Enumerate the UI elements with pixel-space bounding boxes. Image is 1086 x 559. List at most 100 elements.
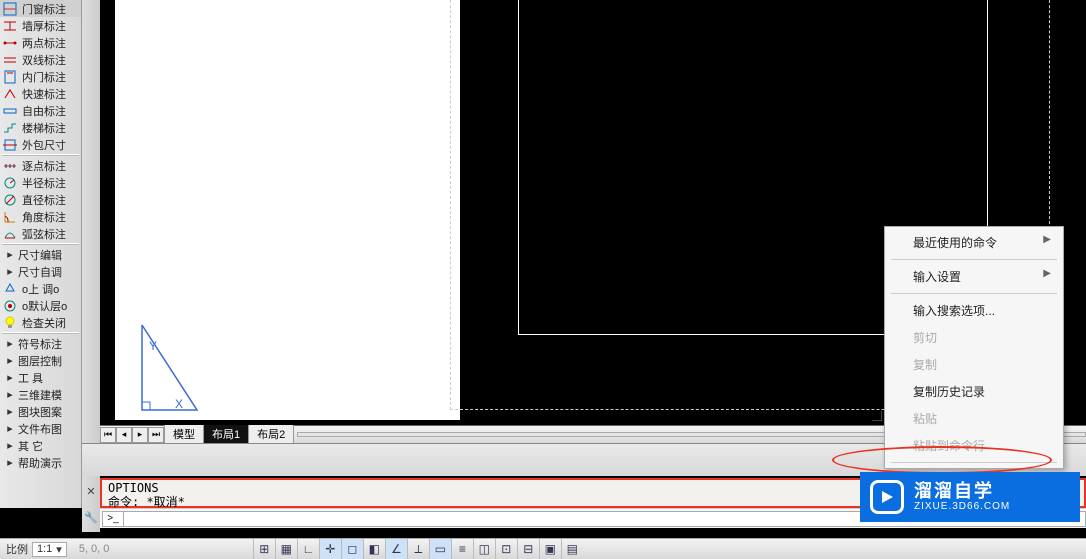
am-icon[interactable]: ▤ (561, 539, 583, 559)
tool-layer-ctrl[interactable]: ▸图层控制 (0, 352, 81, 369)
tool-check-close[interactable]: 检查关闭 (0, 314, 81, 331)
tool-default-layer[interactable]: o默认层o (0, 297, 81, 314)
tool-fast-dim[interactable]: 快速标注 (0, 85, 81, 102)
tool-label: 两点标注 (22, 35, 81, 51)
default-layer-icon (2, 298, 18, 314)
cm-cut: 剪切 (885, 324, 1063, 351)
toolbar-separator (2, 154, 79, 156)
triangle-right-icon: ▸ (2, 456, 18, 469)
command-prompt-icon[interactable]: >_ (102, 511, 124, 527)
watermark-title: 溜溜自学 (914, 482, 1010, 502)
tool-inner-door[interactable]: 内门标注 (0, 68, 81, 85)
context-menu: 最近使用的命令 ▶ 输入设置 ▶ 输入搜索选项... 剪切 复制 复制历史记录 … (884, 226, 1064, 469)
tool-label: 墙厚标注 (22, 18, 81, 34)
tool-file-layout[interactable]: ▸文件布图 (0, 420, 81, 437)
coordinates: 5, 0, 0 (73, 543, 163, 555)
tool-help-demo[interactable]: ▸帮助演示 (0, 454, 81, 471)
lineweight-icon[interactable]: ≡ (451, 539, 473, 559)
cm-label: 复制历史记录 (913, 383, 985, 400)
chevron-down-icon: ▾ (56, 543, 62, 556)
qp-icon[interactable]: ⊡ (495, 539, 517, 559)
tool-label: 外包尺寸 (22, 137, 81, 153)
3dosnap-icon[interactable]: ◧ (363, 539, 385, 559)
tool-symbol-dim[interactable]: ▸符号标注 (0, 335, 81, 352)
tool-outer-size[interactable]: 外包尺寸 (0, 136, 81, 153)
tool-label: 图层控制 (18, 353, 81, 369)
tool-label: 楼梯标注 (22, 120, 81, 136)
triangle-right-icon: ▸ (2, 405, 18, 418)
triangle-right-icon: ▸ (2, 439, 18, 452)
ortho-icon[interactable]: ∟ (297, 539, 319, 559)
tool-size-auto[interactable]: ▸尺寸自调 (0, 263, 81, 280)
scale-dropdown[interactable]: 1:1 ▾ (32, 542, 67, 557)
cm-recent-commands[interactable]: 最近使用的命令 ▶ (885, 229, 1063, 256)
tool-double-line[interactable]: 双线标注 (0, 51, 81, 68)
close-icon[interactable]: ✕ (82, 478, 100, 504)
palette-drag-strip[interactable] (82, 0, 100, 478)
dyn-icon[interactable]: ▭ (429, 539, 451, 559)
point-by-point-icon (2, 158, 18, 174)
tool-tools[interactable]: ▸工 具 (0, 369, 81, 386)
tool-point-by-point[interactable]: 逐点标注 (0, 157, 81, 174)
arc-chord-icon (2, 226, 18, 242)
annotation-oval (832, 446, 1052, 474)
bulb-icon (2, 315, 18, 331)
status-scale[interactable]: 比例 1:1 ▾ (0, 541, 73, 557)
watermark: 溜溜自学 ZIXUE.3D66.COM (860, 472, 1080, 522)
door-dim-icon (2, 1, 18, 17)
paper-sheet: Y X (115, 0, 460, 420)
cm-label: 粘贴 (913, 410, 937, 427)
tool-upper-floor[interactable]: o上 调o (0, 280, 81, 297)
tool-3d-model[interactable]: ▸三维建模 (0, 386, 81, 403)
cm-label: 输入搜索选项... (913, 302, 995, 319)
grid-display-icon[interactable]: ▦ (275, 539, 297, 559)
grip-handle (872, 410, 882, 420)
transparency-icon[interactable]: ◫ (473, 539, 495, 559)
tool-two-point[interactable]: 两点标注 (0, 34, 81, 51)
tool-stair-dim[interactable]: 楼梯标注 (0, 119, 81, 136)
snap-grid-icon[interactable]: ⊞ (253, 539, 275, 559)
stair-dim-icon (2, 120, 18, 136)
outer-size-icon (2, 137, 18, 153)
tool-label: o默认层o (22, 298, 81, 314)
tool-diameter[interactable]: 直径标注 (0, 191, 81, 208)
tab-nav-prev[interactable]: ◂ (116, 427, 132, 443)
tab-layout1[interactable]: 布局1 (203, 425, 249, 444)
cm-input-settings[interactable]: 输入设置 ▶ (885, 263, 1063, 290)
cm-separator (891, 259, 1057, 260)
tool-label: 图块图案 (18, 404, 81, 420)
cm-input-search[interactable]: 输入搜索选项... (885, 297, 1063, 324)
tool-arc-chord[interactable]: 弧弦标注 (0, 225, 81, 242)
submenu-arrow-icon: ▶ (1043, 234, 1051, 251)
tab-layout2[interactable]: 布局2 (248, 425, 294, 444)
tool-label: 门窗标注 (22, 1, 81, 17)
tool-angle[interactable]: 角度标注 (0, 208, 81, 225)
submenu-arrow-icon: ▶ (1043, 268, 1051, 285)
tool-wall-thick[interactable]: 墙厚标注 (0, 17, 81, 34)
sc-icon[interactable]: ⊟ (517, 539, 539, 559)
triangle-right-icon: ▸ (2, 422, 18, 435)
tool-size-edit[interactable]: ▸尺寸编辑 (0, 246, 81, 263)
ducs-icon[interactable]: ⟂ (407, 539, 429, 559)
otrack-icon[interactable]: ∠ (385, 539, 407, 559)
tool-label: 角度标注 (22, 209, 81, 225)
tab-model[interactable]: 模型 (164, 425, 204, 444)
tool-free-dim[interactable]: 自由标注 (0, 102, 81, 119)
tab-nav-next[interactable]: ▸ (132, 427, 148, 443)
cm-copy-history[interactable]: 复制历史记录 (885, 378, 1063, 405)
toolbar-separator (2, 243, 79, 245)
triangle-right-icon: ▸ (2, 337, 18, 350)
tool-radius[interactable]: 半径标注 (0, 174, 81, 191)
inner-door-icon (2, 69, 18, 85)
osnap-icon[interactable]: ◻ (341, 539, 363, 559)
tool-label: 工 具 (18, 370, 81, 386)
tool-door-dim[interactable]: 门窗标注 (0, 0, 81, 17)
tab-nav-last[interactable]: ⏭ (148, 427, 164, 443)
tool-block-pattern[interactable]: ▸图块图案 (0, 403, 81, 420)
tool-other[interactable]: ▸其 它 (0, 437, 81, 454)
paper-icon[interactable]: ▣ (539, 539, 561, 559)
tab-nav-first[interactable]: ⏮ (100, 427, 116, 443)
tool-label: 自由标注 (22, 103, 81, 119)
wrench-icon[interactable]: 🔧 (82, 504, 100, 530)
polar-icon[interactable]: ✛ (319, 539, 341, 559)
